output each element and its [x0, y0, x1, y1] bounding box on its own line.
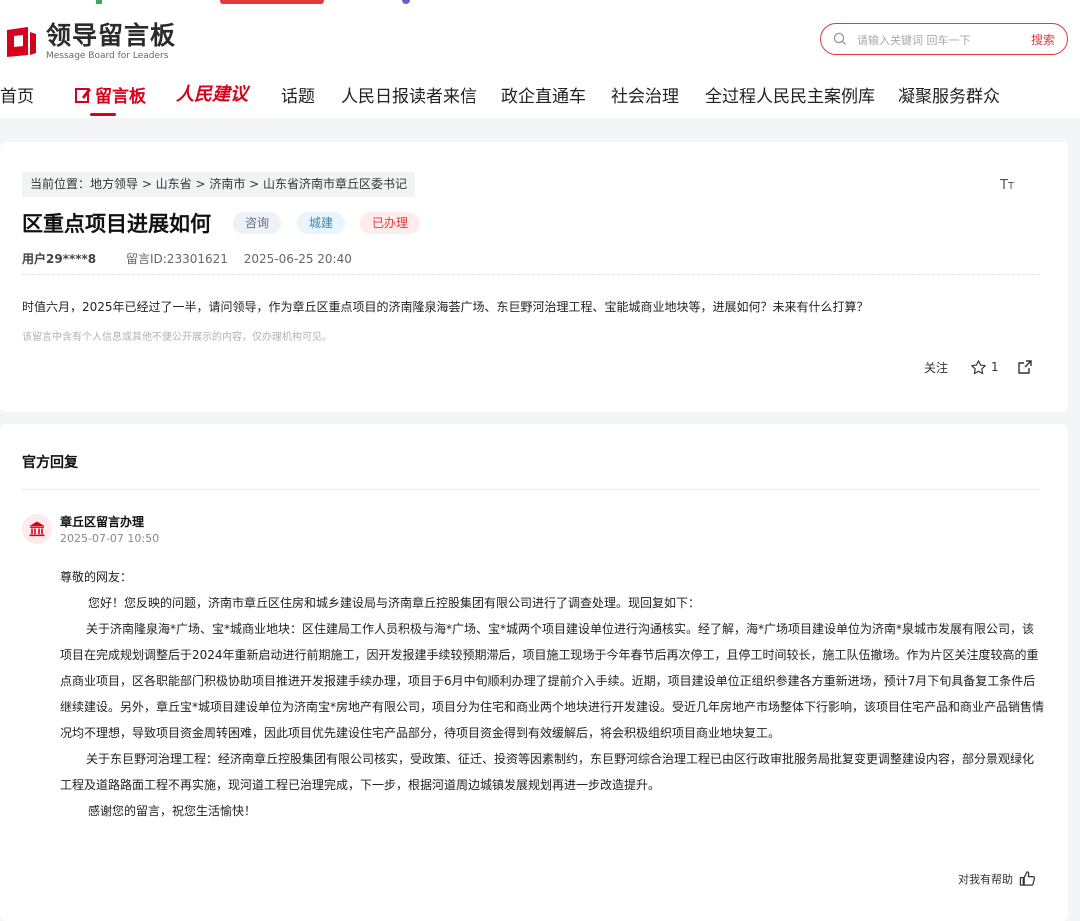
nav-home[interactable]: 首页 — [0, 82, 34, 107]
main-nav: 首页 留言板 人民建议 话题 人民日报读者来信 政企直通车 社会治理 全过程人民… — [0, 78, 1080, 112]
tag-consult: 咨询 — [233, 212, 282, 234]
nav-people-suggestion[interactable]: 人民建议 — [176, 80, 248, 106]
privacy-note: 该留言中含有个人信息或其他不便公开展示的内容，仅办理机构可见。 — [22, 332, 332, 343]
star-button[interactable]: 1 — [970, 359, 999, 376]
nav-serve-masses[interactable]: 凝聚服务群众 — [898, 82, 1000, 107]
strip-fragment — [220, 0, 324, 4]
logo-subtitle: Message Board for Leaders — [46, 51, 169, 61]
search-icon — [833, 32, 847, 46]
divider — [22, 274, 1040, 275]
message-user: 用户29****8 — [22, 252, 97, 266]
nav-active-indicator — [90, 113, 116, 116]
tag-urban-construction: 城建 — [297, 212, 346, 234]
logo-title: 领导留言板 — [46, 21, 177, 50]
nav-message-board[interactable]: 留言板 — [74, 82, 146, 107]
search-box: 搜索 — [820, 23, 1068, 55]
site-header: 领导留言板 Message Board for Leaders 搜索 首页 留言… — [0, 0, 1080, 118]
search-button[interactable]: 搜索 — [1031, 31, 1055, 48]
message-meta: 用户29****8 留言ID:23301621 2025-06-25 20:40 — [22, 250, 352, 267]
reply-heading: 官方回复 — [22, 455, 78, 471]
share-button[interactable] — [1017, 359, 1033, 375]
avatar — [22, 514, 52, 544]
reply-greeting: 尊敬的网友： — [60, 570, 133, 584]
nav-readers-letters[interactable]: 人民日报读者来信 — [341, 82, 477, 107]
reply-paragraph: 关于济南隆泉海*广场、宝*城商业地块：区住建局工作人员积极与海*广场、宝*城两个… — [60, 622, 1045, 740]
message-id: 留言ID:23301621 — [125, 252, 228, 266]
reply-card: 官方回复 章丘区留言办理 2025-07-07 10:50 尊敬的网友： 您好！… — [0, 424, 1068, 921]
site-logo[interactable]: 领导留言板 Message Board for Leaders — [4, 22, 176, 62]
divider — [22, 489, 1040, 490]
thumbs-up-icon — [1019, 871, 1036, 886]
status-badge: 已办理 — [360, 212, 421, 234]
reply-paragraph: 关于东巨野河治理工程：经济南章丘控股集团有限公司核实，受政策、征迁、投资等因素制… — [60, 752, 1035, 792]
nav-topics[interactable]: 话题 — [281, 82, 315, 107]
reply-body: 尊敬的网友： 您好！您反映的问题，济南市章丘区住房和城乡建设局与济南章丘控股集团… — [60, 564, 1044, 824]
government-building-icon — [29, 521, 45, 537]
top-strip — [0, 0, 1080, 6]
text-size-icon[interactable]: TT — [1000, 178, 1014, 193]
breadcrumb: 当前位置：地方领导 > 山东省 > 济南市 > 山东省济南市章丘区委书记 — [22, 172, 416, 197]
nav-enterprise-express[interactable]: 政企直通车 — [501, 82, 586, 107]
nav-message-board-label: 留言板 — [95, 87, 146, 107]
reply-org-name: 章丘区留言办理 — [60, 515, 145, 529]
reply-date: 2025-07-07 10:50 — [60, 532, 160, 545]
search-input[interactable] — [857, 30, 1007, 50]
nav-social-governance[interactable]: 社会治理 — [611, 82, 679, 107]
page-title: 区重点项目进展如何 — [22, 212, 211, 236]
helpful-button[interactable]: 对我有帮助 — [958, 870, 1036, 887]
message-datetime: 2025-06-25 20:40 — [243, 252, 352, 266]
star-count: 1 — [991, 360, 999, 374]
share-icon — [1017, 360, 1032, 374]
follow-button[interactable]: 关注 — [924, 359, 948, 376]
strip-fragment — [96, 0, 102, 4]
reply-closing: 感谢您的留言，祝您生活愉快！ — [88, 804, 257, 818]
message-content: 时值六月，2025年已经过了一半，请问领导，作为章丘区重点项目的济南隆泉海荟广场… — [22, 300, 869, 314]
helpful-label: 对我有帮助 — [958, 872, 1013, 886]
logo-icon — [4, 25, 38, 59]
message-card: 当前位置：地方领导 > 山东省 > 济南市 > 山东省济南市章丘区委书记 TT … — [0, 142, 1068, 412]
strip-fragment — [402, 0, 410, 4]
reply-paragraph: 您好！您反映的问题，济南市章丘区住房和城乡建设局与济南章丘控股集团有限公司进行了… — [88, 596, 701, 610]
nav-democracy-cases[interactable]: 全过程人民民主案例库 — [705, 82, 875, 107]
message-actions: 关注 1 — [924, 356, 1033, 378]
star-icon — [971, 359, 986, 374]
edit-icon — [75, 87, 91, 103]
